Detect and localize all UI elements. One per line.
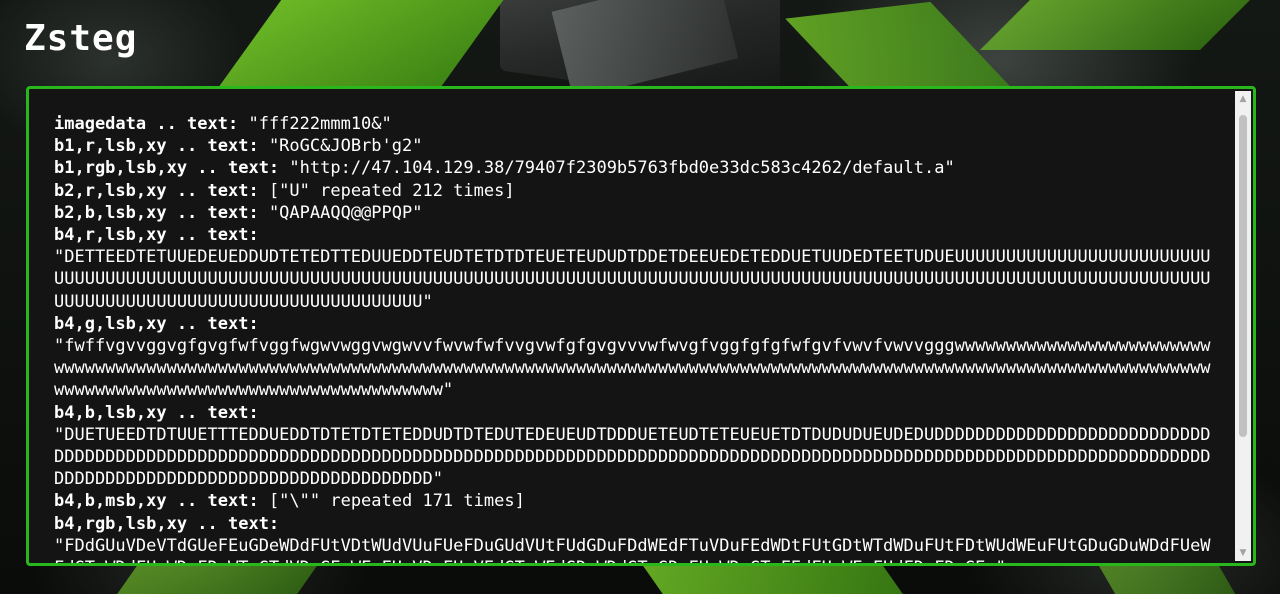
output-value: ["U" repeated 212 times]	[258, 180, 515, 201]
output-line: b1,r,lsb,xy .. text: "RoGC&JOBrb'g2"	[54, 135, 1214, 157]
background-shard	[980, 0, 1260, 50]
output-line: b2,r,lsb,xy .. text: ["U" repeated 212 t…	[54, 180, 1214, 202]
triangle-up-icon: ▲	[1239, 94, 1247, 104]
output-line: b4,rgb,lsb,xy .. text: "FDdGUuVDeVTdGUeF…	[54, 513, 1214, 563]
scroll-up-button[interactable]: ▲	[1235, 91, 1251, 107]
background-shard	[102, 565, 318, 594]
output-line: b2,b,lsb,xy .. text: "QAPAAQQ@@PPQP"	[54, 202, 1214, 224]
output-key: imagedata .. text:	[54, 114, 239, 134]
triangle-down-icon: ▼	[1239, 548, 1247, 558]
output-value: "QAPAAQQ@@PPQP"	[258, 202, 423, 223]
output-line: b4,g,lsb,xy .. text: "fwffvgvvggvgfgvgfw…	[54, 313, 1214, 402]
output-line: b4,r,lsb,xy .. text: "DETTEEDTETUUEDEUED…	[54, 224, 1214, 313]
output-key: b4,b,msb,xy .. text:	[54, 491, 259, 512]
output-key: b4,r,lsb,xy .. text:	[54, 225, 259, 246]
output-line: b4,b,msb,xy .. text: ["\"" repeated 171 …	[54, 490, 1214, 512]
output-key: b4,b,lsb,xy .. text:	[54, 402, 259, 423]
output-line: imagedata .. text: "fff222mmm10&"	[54, 113, 1214, 135]
output-value: "FDdGUuVDeVTdGUeFEuGDeWDdFUtVDtWUdVUuFUe…	[54, 535, 1211, 563]
output-key: b1,rgb,lsb,xy .. text:	[54, 158, 280, 179]
output-line: b1,rgb,lsb,xy .. text: "http://47.104.12…	[54, 157, 1214, 179]
output-key: b1,r,lsb,xy .. text:	[54, 136, 259, 157]
output-key: b2,r,lsb,xy .. text:	[54, 180, 259, 201]
output-value: "fwffvgvvggvgfgvgfwfvggfwgwvwggvwgwvvfwv…	[54, 336, 1211, 401]
page-title: Zsteg	[24, 18, 138, 59]
scroll-thumb[interactable]	[1239, 115, 1247, 437]
output-value: "fff222mmm10&"	[238, 114, 392, 134]
output-key: b4,rgb,lsb,xy .. text:	[54, 513, 280, 534]
output-key: b2,b,lsb,xy .. text:	[54, 202, 259, 223]
output-value: ["\"" repeated 171 times]	[258, 491, 525, 512]
vertical-scrollbar[interactable]: ▲ ▼	[1235, 91, 1251, 561]
output-key: b4,g,lsb,xy .. text:	[54, 313, 259, 334]
zsteg-output: imagedata .. text: "fff222mmm10&" b1,r,ls…	[54, 113, 1214, 563]
output-value: "http://47.104.129.38/79407f2309b5763fbd…	[279, 158, 955, 179]
output-value: "DUETUEEDTDTUUETTTEDDUEDDTDTETDTETEDDUDT…	[54, 424, 1211, 490]
scroll-down-button[interactable]: ▼	[1235, 545, 1251, 561]
output-line: b4,b,lsb,xy .. text: "DUETUEEDTDTUUETTTE…	[54, 402, 1214, 491]
output-panel[interactable]: imagedata .. text: "fff222mmm10&" b1,r,ls…	[26, 86, 1256, 566]
output-value: "RoGC&JOBrb'g2"	[258, 136, 423, 157]
output-value: "DETTEEDTETUUEDEUEDDUDTETEDTTEDUUEDDTEUD…	[54, 247, 1211, 312]
